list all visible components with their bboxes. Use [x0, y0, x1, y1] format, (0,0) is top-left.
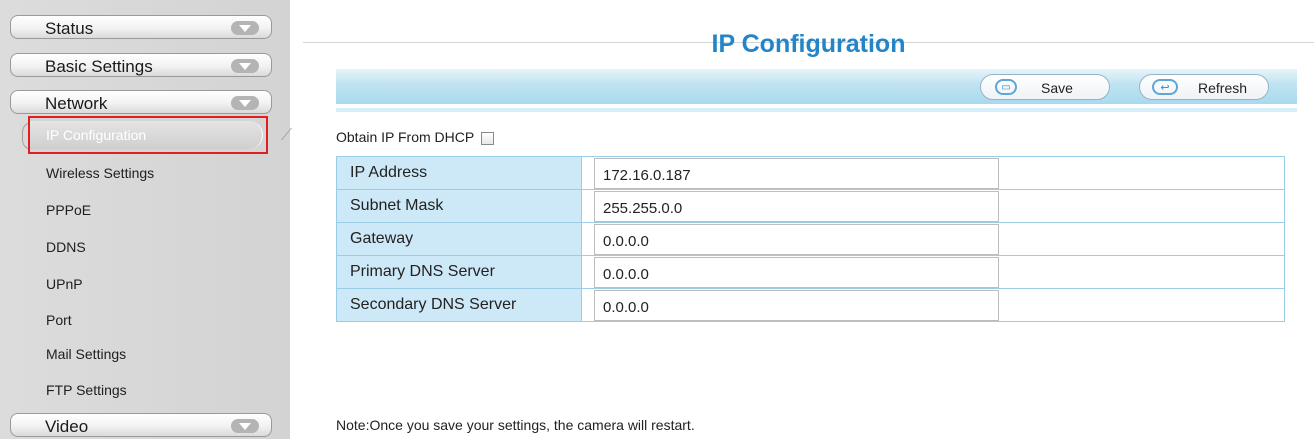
chevron-down-icon: [231, 21, 259, 35]
sidebar-item-label: IP Configuration: [46, 127, 147, 143]
menu-status[interactable]: Status: [10, 15, 272, 39]
subnet-mask-label: Subnet Mask: [336, 189, 582, 223]
dhcp-checkbox[interactable]: [480, 131, 494, 145]
dhcp-row: Obtain IP From DHCP: [336, 129, 494, 145]
refresh-button[interactable]: ↩ Refresh: [1139, 74, 1269, 100]
main-content: IP Configuration ▭ Save ↩ Refresh Obtain…: [303, 0, 1314, 439]
save-button[interactable]: ▭ Save: [980, 74, 1110, 100]
refresh-button-label: Refresh: [1198, 80, 1248, 96]
menu-network-label: Network: [45, 94, 108, 113]
menu-status-label: Status: [45, 19, 94, 38]
ip-address-input[interactable]: [594, 157, 999, 189]
table-row: Secondary DNS Server: [336, 288, 1285, 322]
primary-dns-input[interactable]: [594, 256, 999, 288]
sidebar-item-pppoe[interactable]: PPPoE: [46, 202, 91, 218]
save-icon: ▭: [995, 79, 1017, 95]
table-row: IP Address: [336, 156, 1285, 190]
menu-basic-settings-label: Basic Settings: [45, 57, 153, 76]
menu-video[interactable]: Video: [10, 413, 272, 437]
refresh-icon: ↩: [1152, 79, 1178, 95]
secondary-dns-input[interactable]: [594, 289, 999, 321]
menu-basic-settings[interactable]: Basic Settings: [10, 53, 272, 77]
sidebar-item-mail-settings[interactable]: Mail Settings: [46, 346, 126, 362]
dhcp-label: Obtain IP From DHCP: [336, 129, 474, 145]
save-button-label: Save: [1041, 80, 1073, 96]
ip-address-label: IP Address: [336, 156, 582, 190]
ip-settings-table: IP Address Subnet Mask Gateway Primary D…: [336, 156, 1285, 322]
chevron-down-icon: [231, 96, 259, 110]
restart-note: Note:Once you save your settings, the ca…: [336, 417, 695, 433]
sidebar-item-ftp-settings[interactable]: FTP Settings: [46, 382, 127, 398]
page-title: IP Configuration: [711, 30, 906, 58]
gateway-input[interactable]: [594, 223, 999, 255]
sidebar-item-port[interactable]: Port: [46, 312, 72, 328]
table-row: Gateway: [336, 222, 1285, 256]
sidebar-item-wireless-settings[interactable]: Wireless Settings: [46, 165, 154, 181]
chevron-down-icon: [231, 59, 259, 73]
sidebar-item-ip-configuration[interactable]: IP Configuration: [28, 116, 268, 154]
chevron-down-icon: [231, 419, 259, 433]
sidebar-item-upnp[interactable]: UPnP: [46, 276, 83, 292]
sidebar-item-ddns[interactable]: DDNS: [46, 239, 86, 255]
table-row: Subnet Mask: [336, 189, 1285, 223]
gateway-label: Gateway: [336, 222, 582, 256]
sidebar-menu: Status Basic Settings Network IP Configu…: [0, 0, 290, 439]
toolbar-underline: [336, 108, 1297, 112]
subnet-mask-input[interactable]: [594, 190, 999, 222]
table-row: Primary DNS Server: [336, 255, 1285, 289]
secondary-dns-label: Secondary DNS Server: [336, 288, 582, 322]
primary-dns-label: Primary DNS Server: [336, 255, 582, 289]
menu-network[interactable]: Network: [10, 90, 272, 114]
menu-video-label: Video: [45, 417, 89, 436]
